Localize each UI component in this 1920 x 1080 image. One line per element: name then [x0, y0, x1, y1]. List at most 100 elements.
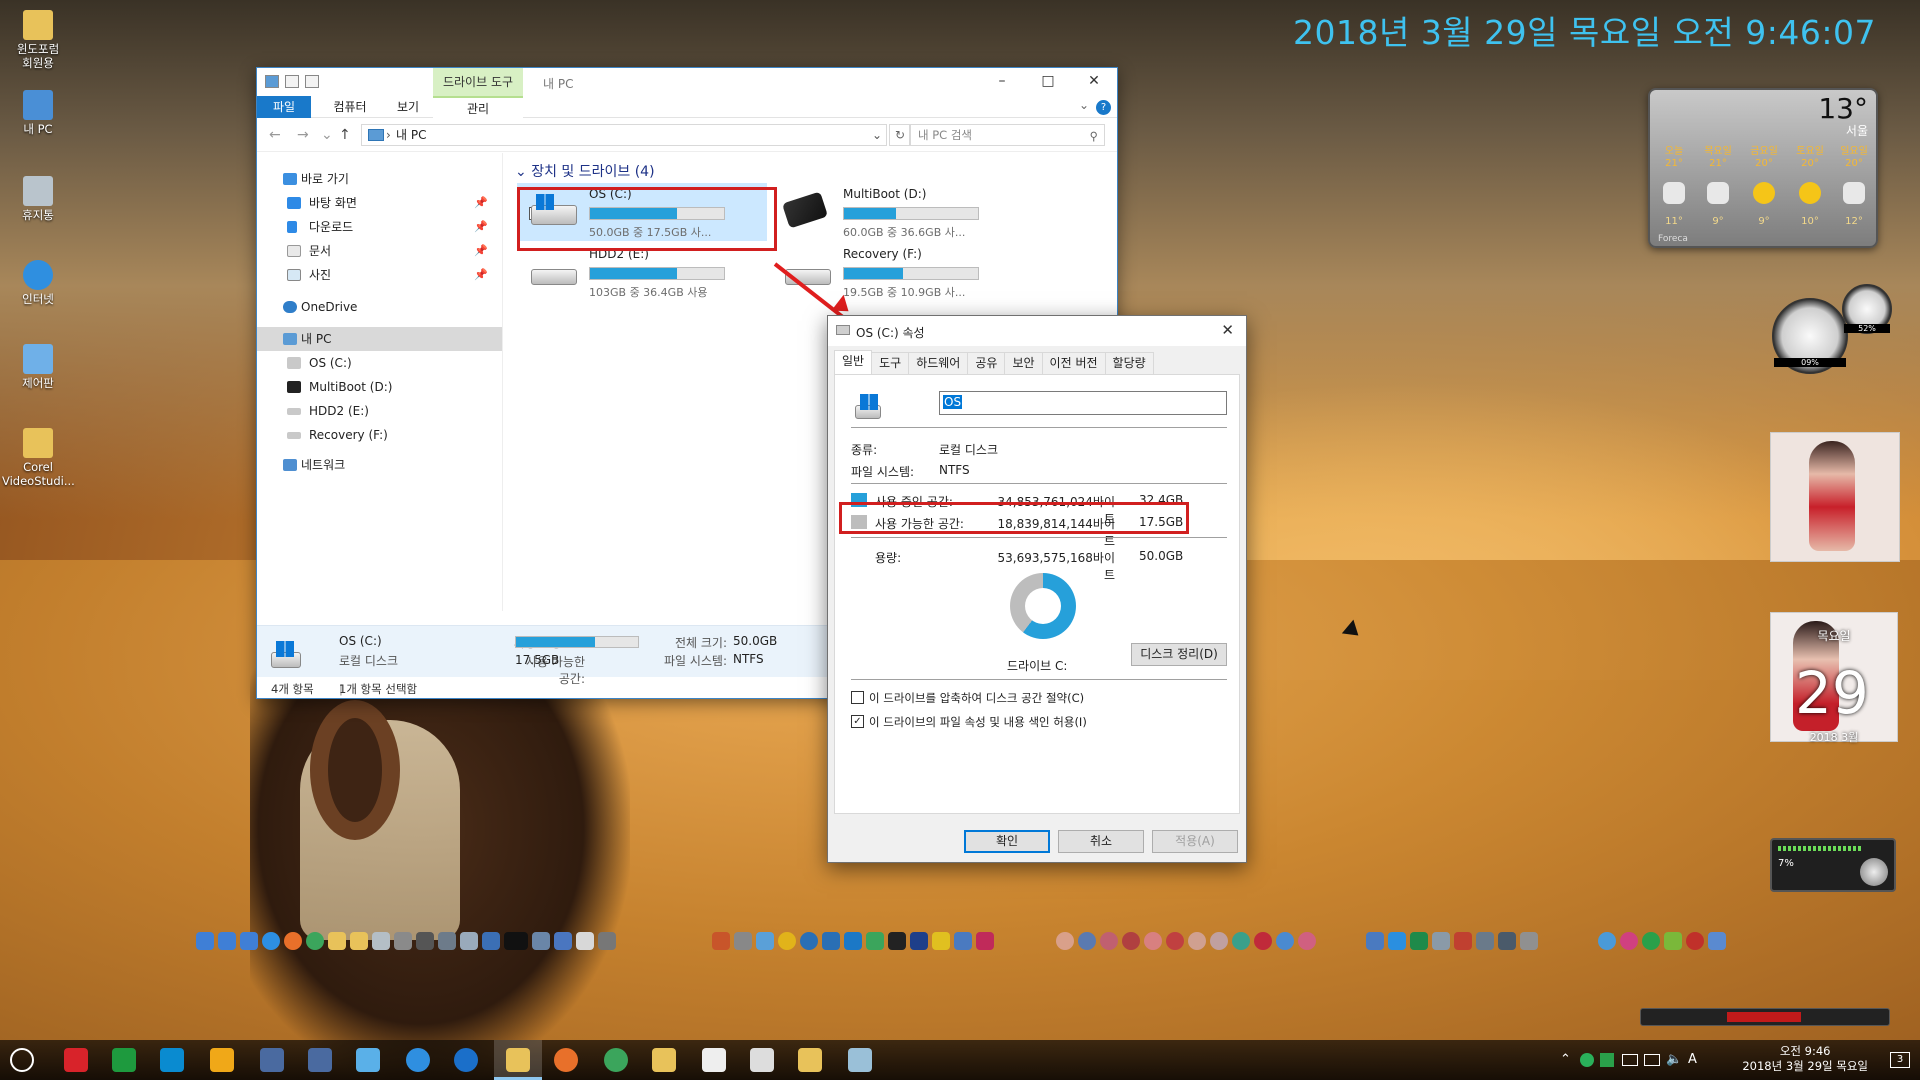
- app-icon[interactable]: [848, 1048, 872, 1072]
- tab-security[interactable]: 보안: [1004, 352, 1043, 374]
- nav-drive-e[interactable]: HDD2 (E:): [257, 399, 502, 423]
- app-icon[interactable]: [822, 932, 840, 950]
- app-icon[interactable]: [712, 932, 730, 950]
- volume-icon[interactable]: 🔈: [1666, 1052, 1682, 1067]
- app-icon[interactable]: [800, 932, 818, 950]
- app-icon[interactable]: [1454, 932, 1472, 950]
- folder-icon[interactable]: [350, 932, 368, 950]
- refresh-button[interactable]: ↻: [889, 124, 911, 146]
- nav-this-pc[interactable]: 내 PC: [257, 327, 502, 351]
- cpu-gauge[interactable]: 09%: [1772, 298, 1848, 374]
- new-folder-icon[interactable]: [305, 75, 319, 88]
- nav-pictures[interactable]: 사진 📌: [257, 263, 502, 287]
- app-icon[interactable]: [734, 932, 752, 950]
- internet-explorer-icon[interactable]: [262, 932, 280, 950]
- address-field[interactable]: › 내 PC ⌄: [361, 124, 887, 146]
- folder-icon[interactable]: [652, 1048, 676, 1072]
- app-icon[interactable]: [1642, 932, 1660, 950]
- desktop-icon-this-pc[interactable]: 내 PC: [2, 90, 74, 136]
- tray-app-icon[interactable]: [1580, 1053, 1594, 1067]
- avatar-icon[interactable]: [1298, 932, 1316, 950]
- nav-quick-access[interactable]: 바로 가기: [257, 167, 502, 191]
- apply-button[interactable]: 적용(A): [1152, 830, 1238, 853]
- avatar-icon[interactable]: [1122, 932, 1140, 950]
- drive-tile-e[interactable]: HDD2 (E:) 103GB 중 36.4GB 사용: [517, 243, 767, 301]
- nav-drive-c[interactable]: OS (C:): [257, 351, 502, 375]
- app-icon[interactable]: [844, 932, 862, 950]
- avatar-icon[interactable]: [1232, 932, 1250, 950]
- tab-general[interactable]: 일반: [834, 350, 873, 374]
- network-meter-gadget[interactable]: 7%: [1770, 838, 1896, 892]
- nav-desktop[interactable]: 바탕 화면 📌: [257, 191, 502, 215]
- app-icon[interactable]: [260, 1048, 284, 1072]
- notification-center-button[interactable]: 3: [1890, 1052, 1910, 1068]
- desktop-icon-internet[interactable]: 인터넷: [2, 260, 74, 306]
- tab-hardware[interactable]: 하드웨어: [908, 352, 969, 374]
- folder-icon[interactable]: [328, 932, 346, 950]
- help-icon[interactable]: ?: [1096, 100, 1111, 115]
- maximize-button[interactable]: □: [1025, 68, 1071, 96]
- app-icon[interactable]: [1708, 932, 1726, 950]
- firefox-icon[interactable]: [554, 1048, 578, 1072]
- desktop-icon-forum[interactable]: 윈도포럼 회원용: [2, 10, 74, 70]
- ribbon-expand-icon[interactable]: ⌄: [1079, 98, 1089, 112]
- avatar-icon[interactable]: [1188, 932, 1206, 950]
- app-icon[interactable]: [532, 932, 550, 950]
- app-icon[interactable]: [954, 932, 972, 950]
- app-icon[interactable]: [1498, 932, 1516, 950]
- chevron-up-icon[interactable]: ⌃: [1560, 1052, 1571, 1067]
- app-icon[interactable]: [416, 932, 434, 950]
- file-explorer-icon[interactable]: [506, 1048, 530, 1072]
- app-icon[interactable]: [1476, 932, 1494, 950]
- avatar-icon[interactable]: [1100, 932, 1118, 950]
- drive-tile-d[interactable]: MultiBoot (D:) 60.0GB 중 36.6GB 사...: [771, 183, 1021, 241]
- ime-indicator[interactable]: A: [1688, 1052, 1697, 1067]
- tab-file[interactable]: 파일: [257, 96, 311, 118]
- internet-explorer-icon[interactable]: [406, 1048, 430, 1072]
- app-icon[interactable]: [554, 932, 572, 950]
- app-icon[interactable]: [866, 932, 884, 950]
- app-icon[interactable]: [196, 932, 214, 950]
- start-button[interactable]: [10, 1048, 34, 1072]
- avatar-icon[interactable]: [1056, 932, 1074, 950]
- taskbar-clock[interactable]: 오전 9:46 2018년 3월 29일 목요일: [1742, 1044, 1868, 1074]
- recent-dropdown-icon[interactable]: ⌄: [321, 127, 333, 143]
- minimize-button[interactable]: –: [979, 68, 1025, 96]
- app-icon[interactable]: [438, 932, 456, 950]
- app-icon[interactable]: [1432, 932, 1450, 950]
- refresh-app-icon[interactable]: [112, 1048, 136, 1072]
- nav-downloads[interactable]: 다운로드 📌: [257, 215, 502, 239]
- cancel-button[interactable]: 취소: [1058, 830, 1144, 853]
- ok-button[interactable]: 확인: [964, 830, 1050, 853]
- search-input[interactable]: 내 PC 검색 ⚲: [909, 124, 1105, 146]
- tab-tools[interactable]: 도구: [871, 352, 910, 374]
- app-icon[interactable]: [932, 932, 950, 950]
- weather-gadget[interactable]: 13° 서울 오늘 목요일 금요일 토요일 일요일 21° 21° 20° 20…: [1648, 88, 1878, 248]
- nav-drive-f[interactable]: Recovery (F:): [257, 423, 502, 447]
- app-icon[interactable]: [778, 932, 796, 950]
- monitor-icon[interactable]: [1622, 1054, 1638, 1066]
- drive-name-input[interactable]: OS: [939, 391, 1227, 415]
- network-icon[interactable]: [1644, 1054, 1660, 1066]
- mail-icon[interactable]: [750, 1048, 774, 1072]
- nav-documents[interactable]: 문서 📌: [257, 239, 502, 263]
- memory-gauge[interactable]: 52%: [1842, 284, 1892, 334]
- app-icon[interactable]: [910, 932, 928, 950]
- app-icon[interactable]: [1620, 932, 1638, 950]
- avatar-icon[interactable]: [1078, 932, 1096, 950]
- chevron-down-icon[interactable]: ⌄: [872, 125, 882, 145]
- media-player-gadget[interactable]: [1640, 1008, 1890, 1026]
- avatar-icon[interactable]: [1210, 932, 1228, 950]
- app-icon[interactable]: [1664, 932, 1682, 950]
- avatar-icon[interactable]: [1254, 932, 1272, 950]
- folder-icon[interactable]: [798, 1048, 822, 1072]
- tab-quota[interactable]: 할당량: [1104, 352, 1154, 374]
- tab-manage[interactable]: 관리: [433, 96, 523, 118]
- close-button[interactable]: ✕: [1221, 321, 1234, 339]
- avatar-icon[interactable]: [1276, 932, 1294, 950]
- cmd-icon[interactable]: [504, 932, 528, 950]
- app-icon[interactable]: [1520, 932, 1538, 950]
- chrome-icon[interactable]: [604, 1048, 628, 1072]
- app-icon[interactable]: [394, 932, 412, 950]
- index-checkbox[interactable]: ✓: [851, 715, 864, 728]
